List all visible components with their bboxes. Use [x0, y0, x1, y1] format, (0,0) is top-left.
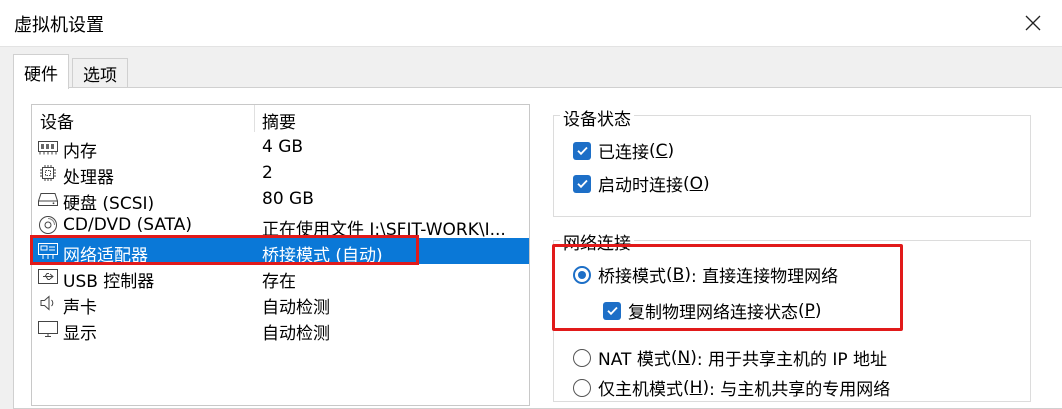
device-name: 硬盘 (SCSI) — [63, 194, 155, 214]
processor-icon — [37, 163, 59, 183]
highlight-box-network-adapter — [30, 235, 419, 265]
device-summary: 80 GB — [262, 189, 314, 209]
usb-controller-icon — [37, 267, 59, 287]
device-list-header: 设备 摘要 — [32, 105, 529, 133]
connected-label: 已连接 — [598, 143, 649, 163]
device-name: 内存 — [63, 142, 97, 162]
device-name: 处理器 — [63, 168, 114, 188]
display-icon — [37, 319, 59, 339]
device-row-memory[interactable]: 内存 4 GB — [32, 134, 529, 162]
sound-card-icon — [37, 293, 59, 313]
nat-mode-label: NAT 模式 — [598, 350, 671, 370]
device-name: 声卡 — [63, 298, 97, 318]
highlight-box-bridged-mode — [552, 244, 903, 331]
column-header-summary[interactable]: 摘要 — [262, 108, 296, 133]
hard-disk-icon — [37, 189, 59, 209]
device-row-display[interactable]: 显示 自动检测 — [32, 316, 529, 344]
device-name: CD/DVD (SATA) — [63, 215, 192, 235]
host-only-accesskey: H — [689, 377, 703, 398]
nat-mode-radio[interactable]: NAT 模式(N): 用于共享主机的 IP 地址 — [573, 345, 887, 370]
memory-icon — [37, 137, 59, 157]
close-icon — [1025, 15, 1041, 31]
connect-at-power-on-checkbox[interactable]: 启动时连接(O) — [573, 171, 710, 196]
device-status-group — [553, 115, 1031, 217]
device-summary: 自动检测 — [262, 298, 330, 318]
host-only-mode-description: : 与主机共享的专用网络 — [709, 380, 891, 400]
nat-accesskey: N — [677, 347, 691, 368]
connected-checkbox[interactable]: 已连接(C) — [573, 138, 674, 163]
tab-hardware[interactable]: 硬件 — [13, 54, 69, 89]
radio-unselected-icon — [573, 378, 591, 397]
device-status-title: 设备状态 — [560, 105, 634, 130]
device-row-hard-disk[interactable]: 硬盘 (SCSI) 80 GB — [32, 186, 529, 214]
device-summary: 2 — [262, 163, 273, 183]
connect-at-power-on-accesskey: O — [689, 173, 704, 194]
device-row-sound-card[interactable]: 声卡 自动检测 — [32, 290, 529, 318]
column-divider[interactable] — [254, 105, 255, 132]
connect-at-power-on-label: 启动时连接 — [598, 176, 683, 196]
device-name: 显示 — [63, 324, 97, 344]
column-header-device[interactable]: 设备 — [40, 108, 74, 133]
title-bar: 虚拟机设置 — [0, 0, 1062, 47]
device-name: USB 控制器 — [63, 272, 155, 292]
device-row-usb-controller[interactable]: USB 控制器 存在 — [32, 264, 529, 292]
close-button[interactable] — [1004, 0, 1062, 46]
host-only-mode-radio[interactable]: 仅主机模式(H): 与主机共享的专用网络 — [573, 375, 890, 400]
device-summary: 4 GB — [262, 137, 304, 157]
cd-dvd-icon — [37, 215, 59, 235]
window-title: 虚拟机设置 — [14, 15, 104, 36]
checkmark-icon — [573, 141, 591, 160]
radio-unselected-icon — [573, 348, 591, 367]
checkmark-icon — [573, 174, 591, 193]
host-only-mode-label: 仅主机模式 — [598, 380, 683, 400]
device-row-processor[interactable]: 处理器 2 — [32, 160, 529, 188]
nat-mode-description: : 用于共享主机的 IP 地址 — [696, 350, 888, 370]
device-summary: 存在 — [262, 272, 296, 292]
device-summary: 自动检测 — [262, 324, 330, 344]
tab-options[interactable]: 选项 — [72, 58, 128, 87]
connected-accesskey: C — [655, 140, 668, 161]
